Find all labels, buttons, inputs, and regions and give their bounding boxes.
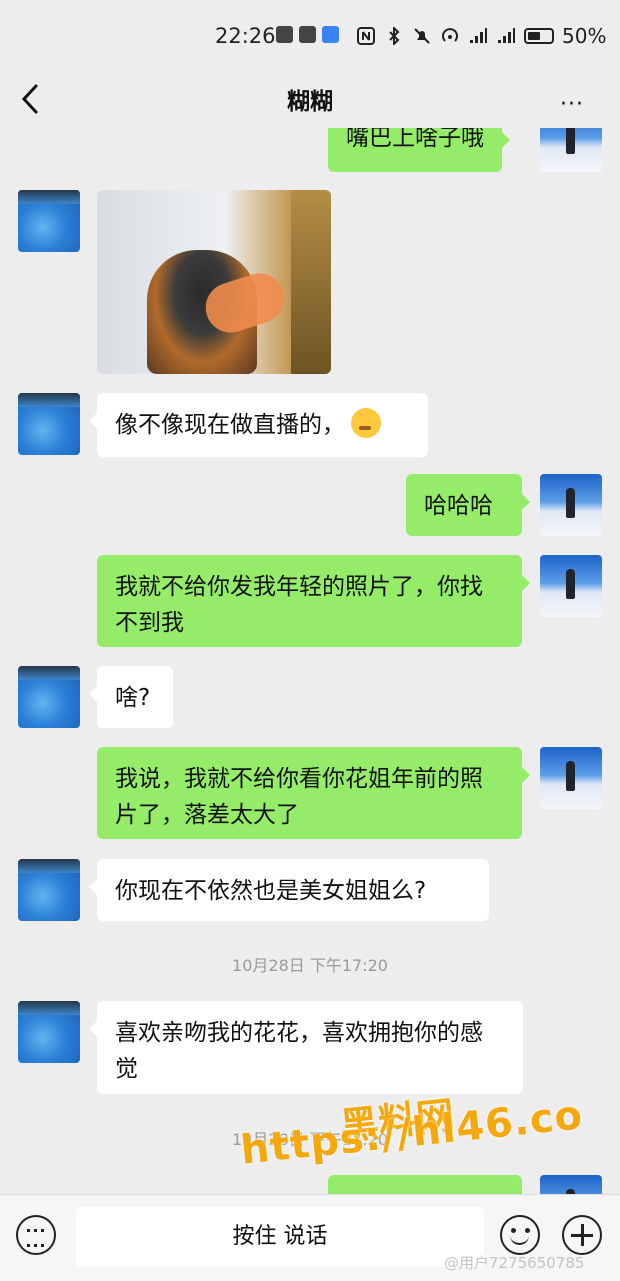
avatar[interactable] <box>18 666 80 728</box>
message-text: 嘴巴上啥子哦 <box>346 128 484 151</box>
avatar[interactable] <box>18 859 80 921</box>
avatar[interactable] <box>540 747 602 809</box>
bluetooth-icon <box>389 27 400 45</box>
emoji-icon[interactable] <box>500 1215 540 1255</box>
avatar[interactable] <box>540 474 602 536</box>
message-bubble[interactable]: 像不像现在做直播的， <box>89 393 428 457</box>
more-icon[interactable]: ··· <box>560 92 584 117</box>
notification-icon <box>276 26 293 43</box>
hotspot-icon <box>442 28 458 42</box>
mute-icon <box>414 28 430 44</box>
keyboard-icon[interactable] <box>16 1215 56 1255</box>
thinking-emoji-icon <box>351 408 381 438</box>
plus-icon[interactable] <box>562 1215 602 1255</box>
battery-percent: 50% <box>562 24 607 48</box>
chat-messages[interactable]: 嘴巴上啥子哦 像不像现在做直播的， 哈哈哈 我就不给你发我年轻的照片了，你找不到… <box>0 128 620 1194</box>
nfc-icon <box>357 27 375 45</box>
hold-to-talk-button[interactable]: 按住 说话 <box>76 1207 484 1267</box>
message-bubble[interactable]: 啥? <box>89 666 173 728</box>
avatar[interactable] <box>18 190 80 252</box>
battery-icon <box>524 28 554 44</box>
system-icons: 50% <box>356 24 606 48</box>
notification-icons <box>276 26 339 43</box>
message-bubble[interactable]: 我就不给你发我年轻的照片了，你找不到我 <box>97 555 530 647</box>
chat-title: 糊糊 <box>287 89 333 115</box>
message-bubble[interactable]: 哈哈哈 <box>406 474 530 536</box>
image-message[interactable] <box>97 190 331 374</box>
app-notification-icon <box>322 26 339 43</box>
message-text: 啥? <box>115 685 151 711</box>
message-text: 喜欢亲吻我的花花，喜欢拥抱你的感觉 <box>115 1020 483 1082</box>
signal-icon <box>470 28 487 43</box>
status-bar: 22:26 50% <box>0 0 620 70</box>
message-text: 我就不给你发我年轻的照片了，你找不到我 <box>115 574 483 636</box>
message-text: 你现在不依然也是美女姐姐么? <box>115 878 427 904</box>
avatar[interactable] <box>540 555 602 617</box>
status-time: 22:26 <box>215 24 276 48</box>
avatar[interactable] <box>18 1001 80 1063</box>
message-text: 哈哈哈 <box>424 493 493 519</box>
message-bubble[interactable] <box>328 1175 522 1194</box>
timestamp: 10月28日 下午17:20 <box>232 956 388 975</box>
avatar[interactable] <box>18 393 80 455</box>
message-bubble[interactable]: 喜欢亲吻我的花花，喜欢拥抱你的感觉 <box>89 1001 523 1094</box>
message-text: 我说，我就不给你看你花姐年前的照片了，落差太大了 <box>115 766 483 828</box>
signal-icon <box>498 28 515 43</box>
message-bubble[interactable]: 我说，我就不给你看你花姐年前的照片了，落差太大了 <box>97 747 530 839</box>
message-bubble[interactable]: 你现在不依然也是美女姐姐么? <box>89 859 489 921</box>
avatar[interactable] <box>540 1175 602 1194</box>
message-bubble[interactable]: 嘴巴上啥子哦 <box>328 128 510 172</box>
chat-header: 糊糊 ··· <box>0 70 620 128</box>
watermark-user: @用户7275650785 <box>444 1254 585 1272</box>
message-text: 像不像现在做直播的， <box>115 412 345 438</box>
avatar[interactable] <box>540 128 602 172</box>
notification-icon <box>299 26 316 43</box>
